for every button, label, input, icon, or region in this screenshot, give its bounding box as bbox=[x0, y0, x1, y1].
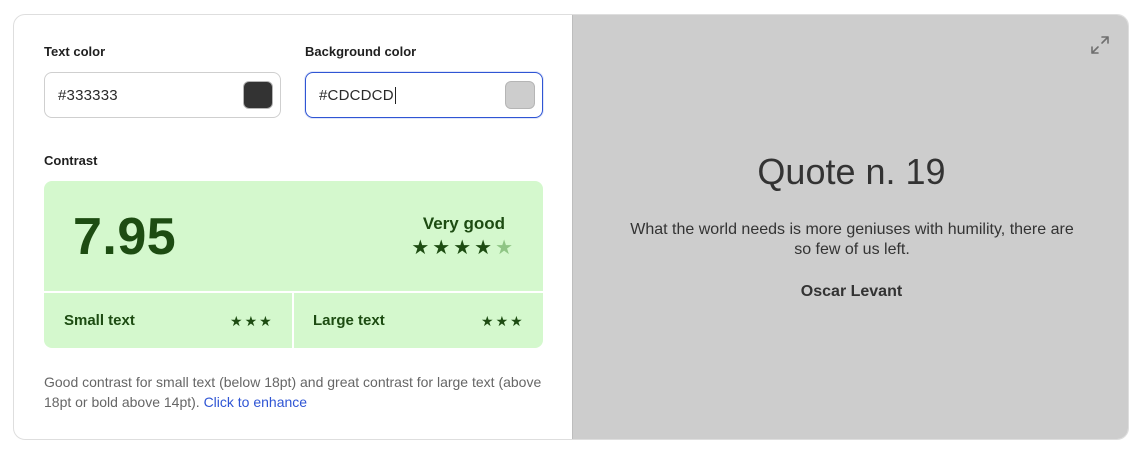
background-color-input[interactable]: #CDCDCD bbox=[305, 72, 543, 118]
text-color-value: #333333 bbox=[58, 86, 118, 104]
star-icon: ★ bbox=[432, 237, 451, 259]
large-text-label: Large text bbox=[313, 312, 385, 329]
divider bbox=[292, 293, 294, 348]
large-text-stars: ★ ★ ★ bbox=[481, 314, 523, 328]
star-icon: ★ bbox=[411, 237, 430, 259]
small-text-label: Small text bbox=[64, 312, 135, 329]
star-icon: ★ bbox=[510, 313, 523, 329]
text-color-input[interactable]: #333333 bbox=[44, 72, 281, 118]
contrast-rating: Very good bbox=[422, 214, 505, 233]
star-icon: ★ bbox=[230, 313, 243, 329]
star-icon: ★ bbox=[259, 313, 272, 329]
controls-panel: Text color #333333 Background color #CDC… bbox=[14, 15, 572, 439]
star-empty-icon: ★ bbox=[495, 237, 513, 259]
star-icon: ★ bbox=[474, 237, 493, 259]
contrast-checker-card: Text color #333333 Background color #CDC… bbox=[13, 14, 1129, 440]
rating-stars: ★ ★ ★ ★ ★ bbox=[411, 238, 513, 258]
quote-author: Oscar Levant bbox=[800, 283, 903, 300]
text-color-label: Text color bbox=[44, 44, 106, 59]
small-text-stars: ★ ★ ★ bbox=[230, 314, 272, 328]
star-icon: ★ bbox=[495, 313, 509, 329]
star-icon: ★ bbox=[481, 313, 494, 329]
star-icon: ★ bbox=[453, 237, 472, 259]
quote-text: What the world needs is more geniuses wi… bbox=[630, 221, 1074, 258]
quote-title: Quote n. 19 bbox=[757, 151, 946, 192]
text-caret bbox=[394, 86, 396, 104]
enhance-link[interactable]: Click to enhance bbox=[204, 394, 308, 410]
contrast-label: Contrast bbox=[44, 153, 98, 168]
expand-icon[interactable] bbox=[1090, 35, 1110, 55]
contrast-result: 7.95 Very good ★ ★ ★ ★ ★ Small text ★ ★ … bbox=[44, 181, 543, 348]
star-icon: ★ bbox=[244, 313, 258, 329]
contrast-description: Good contrast for small text (below 18pt… bbox=[44, 372, 544, 412]
background-color-swatch[interactable] bbox=[505, 81, 535, 109]
background-color-value: #CDCDCD bbox=[319, 86, 394, 104]
background-color-label: Background color bbox=[305, 44, 417, 59]
contrast-ratio: 7.95 bbox=[73, 208, 177, 266]
text-color-swatch[interactable] bbox=[243, 81, 273, 109]
preview-panel: Quote n. 19 What the world needs is more… bbox=[572, 15, 1128, 439]
